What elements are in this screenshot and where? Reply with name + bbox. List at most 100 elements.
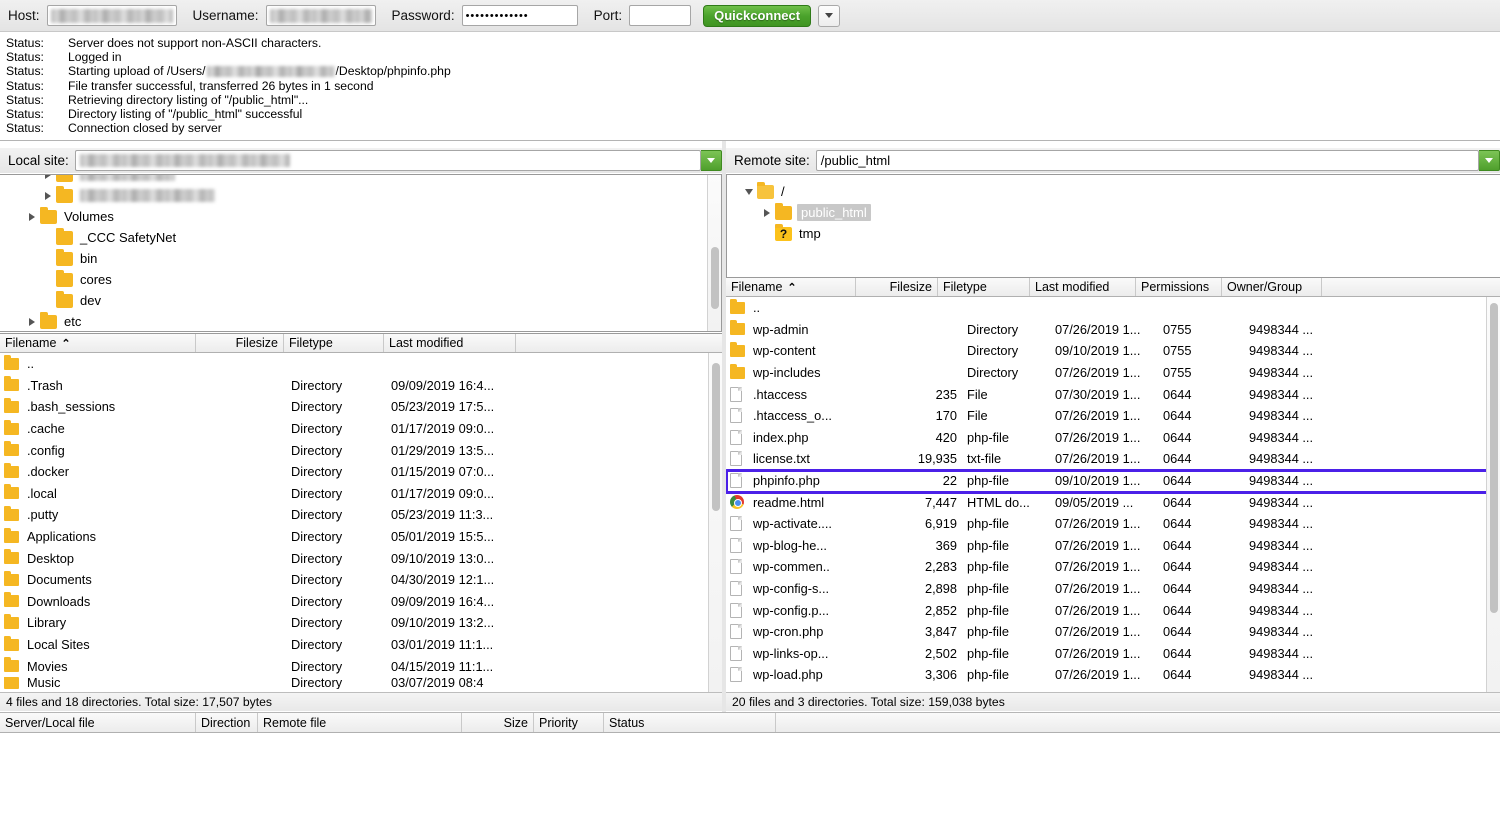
tree-twisty[interactable] <box>40 174 56 179</box>
column-header-lastmodified[interactable]: Last modified <box>384 334 516 352</box>
table-row[interactable]: .dockerDirectory01/15/2019 07:0... <box>0 461 722 483</box>
table-row[interactable]: MusicDirectory03/07/2019 08:4 <box>0 677 722 689</box>
scrollbar-thumb[interactable] <box>711 247 719 309</box>
column-header-direction[interactable]: Direction <box>196 713 258 732</box>
table-row[interactable]: DocumentsDirectory04/30/2019 12:1... <box>0 569 722 591</box>
table-row[interactable]: wp-config-s...2,898php-file07/26/2019 1.… <box>726 578 1500 600</box>
column-header-filename[interactable]: Filename ⌃ <box>726 278 856 296</box>
remote-file-list[interactable]: Filename ⌃ Filesize Filetype Last modifi… <box>726 277 1500 693</box>
file-icon <box>726 559 748 574</box>
table-row[interactable]: wp-commen..2,283php-file07/26/2019 1...0… <box>726 556 1500 578</box>
table-row-phpinfo[interactable]: phpinfo.php22php-file09/10/2019 1...0644… <box>726 470 1500 492</box>
table-row[interactable]: wp-config.p...2,852php-file07/26/2019 1.… <box>726 599 1500 621</box>
quickconnect-button[interactable]: Quickconnect <box>703 5 811 27</box>
column-header-serverlocalfile[interactable]: Server/Local file <box>0 713 196 732</box>
sidebar-item-volumes[interactable]: Volumes <box>0 206 721 227</box>
transfer-queue[interactable]: Server/Local file Direction Remote file … <box>0 712 1500 830</box>
column-header-remotefile[interactable]: Remote file <box>258 713 462 732</box>
tree-twisty[interactable] <box>24 318 40 326</box>
table-row[interactable]: wp-cron.php3,847php-file07/26/2019 1...0… <box>726 621 1500 643</box>
column-header-filename[interactable]: Filename ⌃ <box>0 334 196 352</box>
column-header-filetype[interactable]: Filetype <box>938 278 1030 296</box>
table-row[interactable]: .htaccess235File07/30/2019 1...064494983… <box>726 383 1500 405</box>
table-row[interactable]: DownloadsDirectory09/09/2019 16:4... <box>0 591 722 613</box>
cell-filesize: 170 <box>900 408 962 423</box>
column-header-permissions[interactable]: Permissions <box>1136 278 1222 296</box>
table-row[interactable]: readme.html7,447HTML do...09/05/2019 ...… <box>726 491 1500 513</box>
table-row[interactable]: wp-activate....6,919php-file07/26/2019 1… <box>726 513 1500 535</box>
scrollbar-thumb[interactable] <box>712 363 720 511</box>
table-row[interactable]: .localDirectory01/17/2019 09:0... <box>0 483 722 505</box>
host-input[interactable] <box>47 5 177 26</box>
remote-directory-tree[interactable]: / public_html ? tmp <box>726 174 1500 279</box>
table-row[interactable]: wp-adminDirectory07/26/2019 1...07559498… <box>726 319 1500 341</box>
tree-item[interactable] <box>0 185 721 206</box>
table-row[interactable]: wp-contentDirectory09/10/2019 1...075594… <box>726 340 1500 362</box>
sidebar-item-etc[interactable]: etc <box>0 311 721 332</box>
remote-site-path-input[interactable]: /public_html <box>816 150 1479 171</box>
table-row[interactable]: wp-includesDirectory07/26/2019 1...07559… <box>726 362 1500 384</box>
table-row[interactable]: .puttyDirectory05/23/2019 11:3... <box>0 504 722 526</box>
local-directory-tree[interactable]: Volumes _CCC SafetyNet bin cores dev <box>0 174 722 332</box>
table-row[interactable]: wp-blog-he...369php-file07/26/2019 1...0… <box>726 535 1500 557</box>
column-header-lastmodified[interactable]: Last modified <box>1030 278 1136 296</box>
local-list-scrollbar[interactable] <box>708 353 722 693</box>
tree-item-tmp[interactable]: ? tmp <box>727 223 1500 244</box>
tree-twisty[interactable] <box>759 209 775 217</box>
table-row[interactable]: .htaccess_o...170File07/26/2019 1...0644… <box>726 405 1500 427</box>
log-message: Server does not support non-ASCII charac… <box>68 36 321 50</box>
folder-icon <box>56 273 73 287</box>
tree-item[interactable] <box>0 174 721 185</box>
column-header-filesize[interactable]: Filesize <box>878 278 938 296</box>
column-header-filesize[interactable]: Filesize <box>220 334 284 352</box>
remote-site-dropdown-button[interactable] <box>1479 150 1500 171</box>
local-tree-scrollbar[interactable] <box>707 175 721 332</box>
cell-filesize: 3,847 <box>900 624 962 639</box>
table-row[interactable]: DesktopDirectory09/10/2019 13:0... <box>0 547 722 569</box>
cell-filesize: 369 <box>900 538 962 553</box>
sidebar-item-dev[interactable]: dev <box>0 290 721 311</box>
password-input[interactable]: ••••••••••••• <box>462 5 578 26</box>
tree-item-root[interactable]: / <box>727 181 1500 202</box>
file-icon <box>726 473 748 488</box>
table-row[interactable]: MoviesDirectory04/15/2019 11:1... <box>0 655 722 677</box>
tree-twisty[interactable] <box>24 213 40 221</box>
quickconnect-dropdown-button[interactable] <box>818 5 840 27</box>
table-row[interactable]: LibraryDirectory09/10/2019 13:2... <box>0 612 722 634</box>
tree-twisty[interactable] <box>741 189 757 195</box>
table-row[interactable]: .cacheDirectory01/17/2019 09:0... <box>0 418 722 440</box>
table-row[interactable]: .TrashDirectory09/09/2019 16:4... <box>0 375 722 397</box>
table-row[interactable]: .. <box>0 353 722 375</box>
username-input[interactable] <box>266 5 376 26</box>
folder-icon <box>0 358 22 370</box>
tree-twisty[interactable] <box>40 192 56 200</box>
sidebar-item-cores[interactable]: cores <box>0 269 721 290</box>
column-header-filler <box>516 334 722 352</box>
cell-lastmodified: 07/26/2019 1... <box>1050 624 1158 639</box>
tree-item-public-html[interactable]: public_html <box>727 202 1500 223</box>
table-row[interactable]: Local SitesDirectory03/01/2019 11:1... <box>0 634 722 656</box>
table-row[interactable]: ApplicationsDirectory05/01/2019 15:5... <box>0 526 722 548</box>
column-header-ownergroup[interactable]: Owner/Group <box>1222 278 1322 296</box>
local-site-path-input[interactable] <box>75 150 701 171</box>
table-row[interactable]: index.php420php-file07/26/2019 1...06449… <box>726 427 1500 449</box>
sidebar-item-bin[interactable]: bin <box>0 248 721 269</box>
table-row[interactable]: wp-links-op...2,502php-file07/26/2019 1.… <box>726 643 1500 665</box>
port-input[interactable] <box>629 5 691 26</box>
column-header-size[interactable]: Size <box>462 713 534 732</box>
table-row[interactable]: .bash_sessionsDirectory05/23/2019 17:5..… <box>0 396 722 418</box>
sidebar-item-ccc-safetynet[interactable]: _CCC SafetyNet <box>0 227 721 248</box>
table-row[interactable]: .configDirectory01/29/2019 13:5... <box>0 439 722 461</box>
file-icon <box>726 603 748 618</box>
column-header-filetype[interactable]: Filetype <box>284 334 384 352</box>
table-row[interactable]: license.txt19,935txt-file07/26/2019 1...… <box>726 448 1500 470</box>
cell-permissions: 0755 <box>1158 322 1244 337</box>
scrollbar-thumb[interactable] <box>1490 303 1498 613</box>
column-header-status[interactable]: Status <box>604 713 776 732</box>
local-file-list[interactable]: Filename ⌃ Filesize Filetype Last modifi… <box>0 333 722 693</box>
table-row[interactable]: wp-load.php3,306php-file07/26/2019 1...0… <box>726 664 1500 686</box>
column-header-priority[interactable]: Priority <box>534 713 604 732</box>
table-row[interactable]: .. <box>726 297 1500 319</box>
remote-list-scrollbar[interactable] <box>1486 297 1500 693</box>
local-site-dropdown-button[interactable] <box>701 150 722 171</box>
